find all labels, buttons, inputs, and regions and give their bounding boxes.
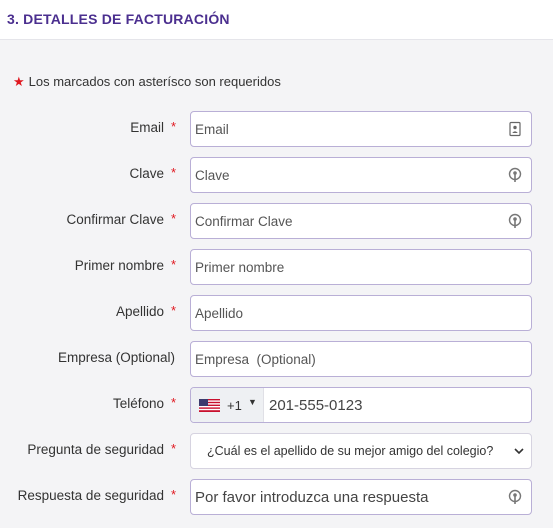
key-icon [508, 213, 522, 228]
password-field[interactable] [190, 157, 532, 193]
last-name-row: Apellido * [0, 295, 553, 333]
confirm-password-field[interactable] [190, 203, 532, 239]
required-fields-note: ★ Los marcados con asterísco son requerid… [13, 74, 281, 90]
company-input[interactable] [195, 342, 495, 376]
required-marker: * [171, 165, 177, 180]
contact-card-icon [509, 121, 521, 137]
required-marker: * [171, 441, 177, 456]
required-star-icon: ★ [13, 74, 25, 89]
last-name-label: Apellido [115, 304, 164, 319]
password-input[interactable] [195, 158, 495, 192]
last-name-input[interactable] [195, 296, 495, 330]
email-input[interactable] [195, 112, 495, 146]
required-note-text: Los marcados con asterísco son requerido… [28, 74, 281, 89]
company-row: Empresa (Optional) [0, 341, 553, 379]
password-row: Clave * [0, 157, 553, 195]
us-flag-icon [199, 399, 220, 412]
country-code-dropdown[interactable]: +1 ▼ [191, 388, 264, 422]
email-row: Email * [0, 111, 553, 149]
required-marker: * [171, 303, 177, 318]
email-field[interactable] [190, 111, 532, 147]
phone-label: Teléfono [112, 396, 164, 411]
confirm-password-input[interactable] [195, 204, 495, 238]
email-label: Email [130, 120, 164, 135]
required-marker: * [171, 119, 177, 134]
required-marker: * [171, 395, 177, 410]
security-answer-field[interactable] [190, 479, 532, 515]
required-marker: * [171, 211, 177, 226]
required-marker: * [171, 487, 177, 502]
confirm-password-row: Confirmar Clave * [0, 203, 553, 241]
section-title: 3. DETALLES DE FACTURACIÓN [7, 11, 230, 27]
chevron-down-icon: ▼ [248, 397, 257, 407]
key-icon [508, 489, 522, 504]
first-name-field[interactable] [190, 249, 532, 285]
company-field[interactable] [190, 341, 532, 377]
required-marker: * [171, 257, 177, 272]
first-name-input[interactable] [195, 250, 495, 284]
chevron-down-icon [514, 448, 524, 455]
phone-input[interactable] [269, 388, 519, 422]
security-answer-label: Respuesta de seguridad [17, 488, 164, 503]
security-question-row: Pregunta de seguridad * ¿Cuál es el apel… [0, 433, 553, 471]
security-answer-row: Respuesta de seguridad * [0, 479, 553, 517]
first-name-label: Primer nombre [74, 258, 164, 273]
password-label: Clave [129, 166, 164, 181]
security-question-select[interactable]: ¿Cuál es el apellido de su mejor amigo d… [190, 433, 532, 469]
country-code: +1 [227, 398, 242, 413]
key-icon [508, 167, 522, 182]
first-name-row: Primer nombre * [0, 249, 553, 287]
company-label: Empresa (Optional) [57, 350, 175, 365]
last-name-field[interactable] [190, 295, 532, 331]
confirm-password-label: Confirmar Clave [66, 212, 164, 227]
security-question-value: ¿Cuál es el apellido de su mejor amigo d… [207, 444, 494, 458]
security-question-label: Pregunta de seguridad [27, 442, 164, 457]
section-header: 3. DETALLES DE FACTURACIÓN [0, 0, 553, 40]
phone-row: Teléfono * +1 ▼ [0, 387, 553, 425]
security-answer-input[interactable] [195, 480, 495, 514]
phone-field[interactable]: +1 ▼ [190, 387, 532, 423]
